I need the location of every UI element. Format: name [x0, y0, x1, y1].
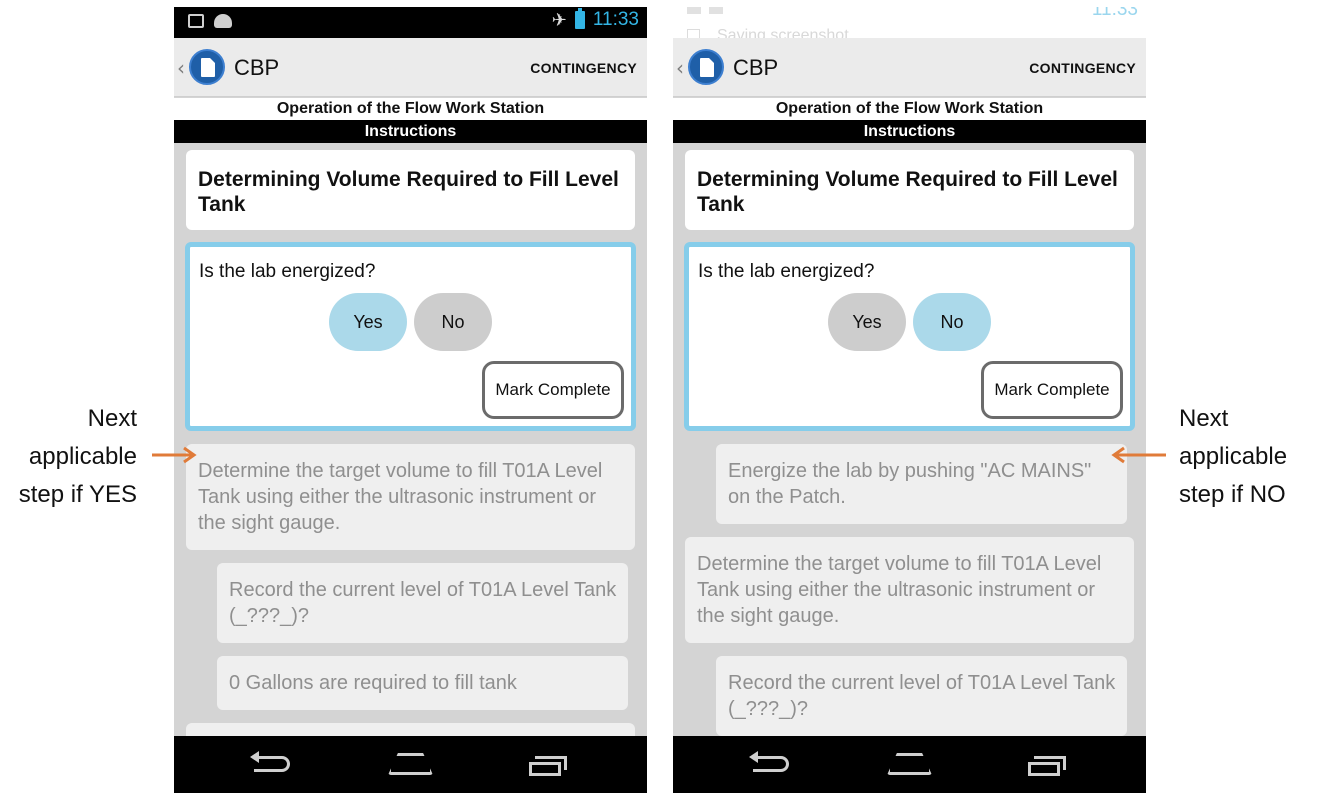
annotation-line: Next — [87, 405, 137, 432]
step-text: 0 Gallons are required to fill tank — [229, 672, 517, 694]
step-card[interactable]: Record the current level of T01A Level T… — [716, 656, 1127, 736]
annotation-line: step if NO — [1179, 481, 1286, 508]
phone-no: 11:33 Saving screenshot... ‹ CBP CONTING… — [673, 7, 1146, 793]
nav-home-icon[interactable] — [887, 753, 932, 775]
step-heading-card: Determining Volume Required to Fill Leve… — [685, 150, 1134, 230]
status-bar: ✈ 11:33 — [174, 7, 647, 38]
step-text: Energize the lab by pushing "AC MAINS" o… — [728, 460, 1092, 508]
annotation-line: applicable — [28, 443, 137, 470]
step-card[interactable]: Energize the lab by pushing "AC MAINS" o… — [716, 444, 1127, 524]
procedure-title: Operation of the Flow Work Station — [673, 98, 1146, 120]
nav-bar — [673, 736, 1146, 793]
yes-button[interactable]: Yes — [329, 293, 407, 351]
yes-button[interactable]: Yes — [828, 293, 906, 351]
no-button[interactable]: No — [414, 293, 492, 351]
app-title: CBP — [733, 55, 779, 80]
section-bar: Instructions — [174, 120, 647, 143]
step-text: Determine the target volume to fill T01A… — [697, 553, 1102, 627]
question-text: Is the lab energized? — [199, 261, 376, 282]
annotation-line: applicable — [1179, 443, 1288, 470]
step-card[interactable]: 0 Gallons are required to fill tank — [217, 656, 628, 710]
status-time: 11:33 — [1091, 7, 1138, 20]
question-card: Is the lab energized? Yes No Mark Comple… — [684, 242, 1135, 431]
step-heading: Determining Volume Required to Fill Leve… — [697, 168, 1118, 216]
android-icon — [709, 7, 723, 14]
mark-complete-button[interactable]: Mark Complete — [482, 361, 624, 419]
arrow-right-icon — [152, 446, 197, 464]
arrow-left-icon — [1111, 446, 1166, 464]
step-card[interactable]: Determine the target volume to fill T01A… — [186, 444, 635, 550]
step-text: Record the current level of T01A Level T… — [728, 672, 1116, 720]
status-time: 11:33 — [592, 9, 639, 30]
cbp-logo-icon[interactable] — [688, 49, 724, 85]
android-icon — [214, 14, 232, 28]
notification-text: Saving screenshot... — [717, 27, 862, 38]
gallery-icon — [687, 7, 701, 14]
nav-bar — [174, 736, 647, 793]
section-bar: Instructions — [673, 120, 1146, 143]
step-card[interactable]: Record the current level of T01A Level T… — [217, 563, 628, 643]
nav-recents-icon[interactable] — [1028, 756, 1068, 776]
back-caret-icon[interactable]: ‹ — [676, 56, 684, 80]
annotation-line: step if YES — [18, 481, 137, 508]
airplane-icon: ✈ — [551, 9, 567, 31]
nav-home-icon[interactable] — [388, 753, 433, 775]
action-bar: ‹ CBP CONTINGENCY — [174, 38, 647, 97]
step-text: Determine the target volume to fill T01A… — [198, 460, 603, 534]
action-bar: ‹ CBP CONTINGENCY — [673, 38, 1146, 97]
annotation-line: Next — [1179, 405, 1229, 432]
step-heading: Determining Volume Required to Fill Leve… — [198, 168, 619, 216]
checkbox-icon — [687, 29, 700, 38]
gallery-icon — [188, 14, 204, 28]
contingency-button[interactable]: CONTINGENCY — [1029, 60, 1136, 76]
phone-yes: ✈ 11:33 ‹ CBP CONTINGENCY Operation of t… — [174, 7, 647, 793]
no-button[interactable]: No — [913, 293, 991, 351]
nav-back-icon[interactable] — [250, 751, 290, 772]
step-heading-card: Determining Volume Required to Fill Leve… — [186, 150, 635, 230]
battery-icon — [574, 8, 585, 29]
question-text: Is the lab energized? — [698, 261, 875, 282]
question-card: Is the lab energized? Yes No Mark Comple… — [185, 242, 636, 431]
nav-recents-icon[interactable] — [529, 756, 569, 776]
step-text: Record the current level of T01A Level T… — [229, 579, 617, 627]
annotation-yes: Next applicable step if YES — [19, 400, 137, 514]
procedure-title: Operation of the Flow Work Station — [174, 98, 647, 120]
app-title: CBP — [234, 55, 280, 80]
contingency-button[interactable]: CONTINGENCY — [530, 60, 637, 76]
nav-back-icon[interactable] — [749, 751, 789, 772]
mark-complete-button[interactable]: Mark Complete — [981, 361, 1123, 419]
status-bar-transition: 11:33 Saving screenshot... — [673, 7, 1146, 38]
back-caret-icon[interactable]: ‹ — [177, 56, 185, 80]
annotation-no: Next applicable step if NO — [1179, 400, 1287, 514]
step-card[interactable]: Determine the target volume to fill T01A… — [685, 537, 1134, 643]
cbp-logo-icon[interactable] — [189, 49, 225, 85]
